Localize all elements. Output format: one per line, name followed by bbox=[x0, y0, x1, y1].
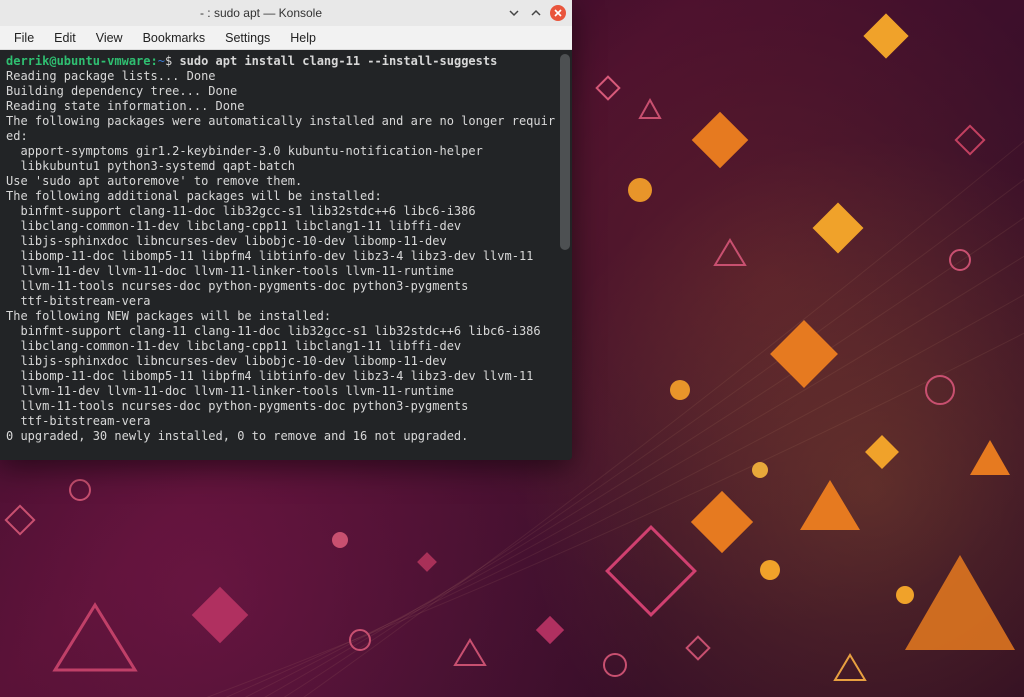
menubar: File Edit View Bookmarks Settings Help bbox=[0, 26, 572, 50]
terminal-output: Reading package lists... Done Building d… bbox=[6, 69, 555, 443]
window-title: - : sudo apt — Konsole bbox=[16, 6, 506, 20]
window-titlebar[interactable]: - : sudo apt — Konsole bbox=[0, 0, 572, 26]
menu-file[interactable]: File bbox=[4, 28, 44, 48]
prompt-path: ~ bbox=[158, 54, 165, 68]
menu-bookmarks[interactable]: Bookmarks bbox=[133, 28, 216, 48]
menu-help[interactable]: Help bbox=[280, 28, 326, 48]
terminal-viewport[interactable]: derrik@ubuntu-vmware:~$ sudo apt install… bbox=[0, 50, 572, 460]
menu-view[interactable]: View bbox=[86, 28, 133, 48]
menu-settings[interactable]: Settings bbox=[215, 28, 280, 48]
maximize-button[interactable] bbox=[528, 5, 544, 21]
menu-edit[interactable]: Edit bbox=[44, 28, 86, 48]
prompt-user-host: derrik@ubuntu-vmware bbox=[6, 54, 151, 68]
close-button[interactable] bbox=[550, 5, 566, 21]
prompt-command: sudo apt install clang-11 --install-sugg… bbox=[179, 54, 497, 68]
minimize-button[interactable] bbox=[506, 5, 522, 21]
terminal-content[interactable]: derrik@ubuntu-vmware:~$ sudo apt install… bbox=[0, 50, 572, 448]
konsole-window: - : sudo apt — Konsole File Edit View Bo… bbox=[0, 0, 572, 460]
terminal-scrollbar[interactable] bbox=[560, 54, 570, 250]
prompt-symbol: $ bbox=[165, 54, 172, 68]
